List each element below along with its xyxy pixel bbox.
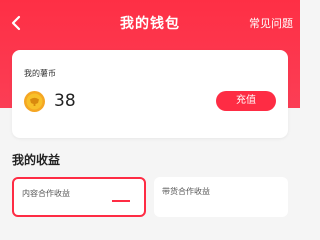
income-card-accent — [112, 200, 130, 202]
income-card-label: 带货合作收益 — [162, 187, 210, 196]
recharge-button[interactable]: 充值 — [216, 91, 276, 111]
coin-icon — [24, 91, 45, 112]
wallet-label: 我的薯币 — [24, 69, 56, 78]
coin-balance: 38 — [54, 91, 76, 111]
wallet-card: 我的薯币 38 充值 — [12, 50, 288, 138]
income-card-content[interactable]: 内容合作收益 — [12, 177, 146, 217]
income-card-commerce[interactable]: 带货合作收益 — [154, 177, 288, 217]
faq-link[interactable]: 常见问题 — [249, 15, 293, 31]
income-card-label: 内容合作收益 — [22, 189, 70, 198]
income-section-title: 我的收益 — [12, 153, 61, 167]
